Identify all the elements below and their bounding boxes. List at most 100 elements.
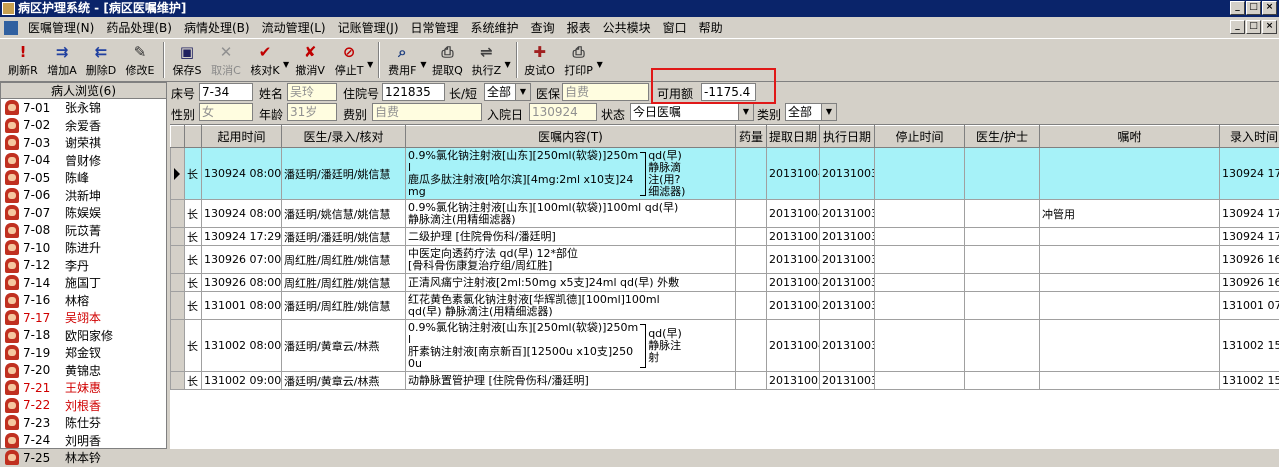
table-row[interactable]: 长130926 08:00周红胜/周红胜/姚信慧正清风痛宁注射液[2ml:50m…: [171, 274, 1279, 292]
column-header-3[interactable]: 医生/录入/核对: [282, 126, 406, 148]
menu-item-2[interactable]: 病情处理(B): [178, 19, 256, 36]
cell-doctor[interactable]: 潘廷明/黄章云/林燕: [282, 320, 406, 372]
cell-stop-time[interactable]: [875, 228, 965, 246]
patient-item[interactable]: 7-17吴翊本: [1, 309, 166, 327]
patient-item[interactable]: 7-03谢荣祺: [1, 134, 166, 152]
cell-stop-time[interactable]: [875, 292, 965, 320]
table-row[interactable]: 长130924 17:29潘廷明/潘廷明/姚信慧二级护理 [住院骨伤科/潘廷明]…: [171, 228, 1279, 246]
menu-item-0[interactable]: 医嘱管理(N): [22, 19, 100, 36]
cell-order-content[interactable]: 红花黄色素氯化钠注射液[华辉凯德][100ml]100mlqd(早) 静脉滴注(…: [406, 292, 736, 320]
admit-field[interactable]: 130924: [529, 103, 597, 121]
cell-doctor-nurse[interactable]: [965, 148, 1040, 200]
cell-note[interactable]: [1040, 292, 1220, 320]
patient-item[interactable]: 7-01张永锦: [1, 99, 166, 117]
column-header-1[interactable]: [185, 126, 202, 148]
menu-item-10[interactable]: 窗口: [657, 19, 693, 36]
maximize-button[interactable]: □: [1246, 1, 1261, 15]
cell-start-time[interactable]: 131001 08:00: [202, 292, 282, 320]
cell-fetch-date[interactable]: 20131004: [767, 246, 820, 274]
cell-doctor[interactable]: 潘廷明/潘廷明/姚信慧: [282, 148, 406, 200]
patient-item[interactable]: 7-07陈娱娱: [1, 204, 166, 222]
column-header-8[interactable]: 停止时间: [875, 126, 965, 148]
status-select[interactable]: 今日医嘱: [630, 103, 754, 121]
cell-exec-date[interactable]: 20131003: [820, 200, 875, 228]
verify-button[interactable]: ✔核对K: [246, 42, 284, 78]
patient-item[interactable]: 7-20黄锦忠: [1, 362, 166, 380]
cell-entry-time[interactable]: 131001 07:44:46: [1220, 292, 1279, 320]
cell-doctor-nurse[interactable]: [965, 228, 1040, 246]
menu-item-7[interactable]: 查询: [525, 19, 561, 36]
cell-start-time[interactable]: 130926 08:00: [202, 274, 282, 292]
cell-start-time[interactable]: 130924 08:00: [202, 148, 282, 200]
cell-order-content[interactable]: 动静脉置管护理 [住院骨伤科/潘廷明]: [406, 372, 736, 390]
menu-item-4[interactable]: 记账管理(J): [332, 19, 405, 36]
cell-doctor-nurse[interactable]: [965, 320, 1040, 372]
stop-button[interactable]: ⊘停止T: [330, 42, 368, 78]
cell-doctor[interactable]: 潘廷明/潘廷明/姚信慧: [282, 228, 406, 246]
cell-entry-time[interactable]: 130924 17:42:24: [1220, 148, 1279, 200]
cell-doctor-nurse[interactable]: [965, 274, 1040, 292]
cell-stop-time[interactable]: [875, 274, 965, 292]
cell-fetch-date[interactable]: 20131004: [767, 148, 820, 200]
cell-stop-time[interactable]: [875, 320, 965, 372]
column-header-7[interactable]: 执行日期: [820, 126, 875, 148]
cell-exec-date[interactable]: 20131003: [820, 292, 875, 320]
patient-item[interactable]: 7-22刘根香: [1, 397, 166, 415]
sex-field[interactable]: 女: [199, 103, 253, 121]
column-header-4[interactable]: 医嘱内容(T): [406, 126, 736, 148]
menu-item-1[interactable]: 药品处理(B): [100, 19, 178, 36]
cell-entry-time[interactable]: 130926 16:20:58: [1220, 246, 1279, 274]
category-select[interactable]: 全部: [785, 103, 837, 121]
menu-item-5[interactable]: 日常管理: [405, 19, 465, 36]
cell-doctor-nurse[interactable]: [965, 292, 1040, 320]
age-field[interactable]: 31岁: [287, 103, 337, 121]
longshort-select[interactable]: 全部: [484, 83, 531, 101]
save-button[interactable]: ▣保存S: [168, 42, 206, 78]
refresh-button[interactable]: !刷新R: [4, 42, 42, 78]
cell-doctor-nurse[interactable]: [965, 246, 1040, 274]
cell-start-time[interactable]: 130924 08:00: [202, 200, 282, 228]
cell-type[interactable]: 长: [185, 228, 202, 246]
cell-doctor-nurse[interactable]: [965, 200, 1040, 228]
print-button[interactable]: ⎙打印P: [560, 42, 598, 78]
cost-dropdown-icon[interactable]: ▼: [420, 60, 426, 69]
cell-type[interactable]: 长: [185, 372, 202, 390]
add-button[interactable]: ⇉增加A: [43, 42, 81, 78]
close-button[interactable]: ×: [1262, 1, 1277, 15]
modify-button[interactable]: ✎修改E: [121, 42, 159, 78]
column-header-10[interactable]: 嘱咐: [1040, 126, 1220, 148]
cell-exec-date[interactable]: 20131003: [820, 372, 875, 390]
cell-dose[interactable]: [736, 274, 767, 292]
cell-note[interactable]: [1040, 320, 1220, 372]
cell-start-time[interactable]: 131002 08:00: [202, 320, 282, 372]
cancel-button[interactable]: ✕取消C: [207, 42, 245, 78]
cell-order-content[interactable]: 0.9%氯化钠注射液[山东][250ml(软袋)]250ml肝素钠注射液[南京新…: [406, 320, 736, 372]
cell-type[interactable]: 长: [185, 274, 202, 292]
cell-note[interactable]: [1040, 274, 1220, 292]
cell-fetch-date[interactable]: 20131004: [767, 200, 820, 228]
fetch-button[interactable]: ⎙提取Q: [428, 42, 466, 78]
stop-dropdown-icon[interactable]: ▼: [367, 60, 373, 69]
cell-order-content[interactable]: 正清风痛宁注射液[2ml:50mg x5支]24ml qd(早) 外敷: [406, 274, 736, 292]
table-row[interactable]: 长130926 07:00周红胜/周红胜/姚信慧中医定向透药疗法 qd(早) 1…: [171, 246, 1279, 274]
insurance-field[interactable]: 自费: [562, 83, 649, 101]
cell-type[interactable]: 长: [185, 292, 202, 320]
row-indicator[interactable]: [171, 200, 185, 228]
verify-dropdown-icon[interactable]: ▼: [283, 60, 289, 69]
cell-dose[interactable]: [736, 320, 767, 372]
cell-exec-date[interactable]: 20131003: [820, 274, 875, 292]
cell-type[interactable]: 长: [185, 200, 202, 228]
row-indicator[interactable]: [171, 274, 185, 292]
cell-type[interactable]: 长: [185, 148, 202, 200]
delete-button[interactable]: ⇇删除D: [82, 42, 120, 78]
print-dropdown-icon[interactable]: ▼: [597, 60, 603, 69]
cell-doctor[interactable]: 周红胜/周红胜/姚信慧: [282, 246, 406, 274]
patient-item[interactable]: 7-18欧阳家修: [1, 327, 166, 345]
column-header-2[interactable]: 起用时间: [202, 126, 282, 148]
column-header-5[interactable]: 药量: [736, 126, 767, 148]
cell-type[interactable]: 长: [185, 246, 202, 274]
patient-item[interactable]: 7-24刘明香: [1, 432, 166, 450]
cell-order-content[interactable]: 中医定向透药疗法 qd(早) 12*部位[骨科骨伤康复治疗组/周红胜]: [406, 246, 736, 274]
feetype-field[interactable]: 自费: [372, 103, 482, 121]
cell-fetch-date[interactable]: 20131003: [767, 228, 820, 246]
